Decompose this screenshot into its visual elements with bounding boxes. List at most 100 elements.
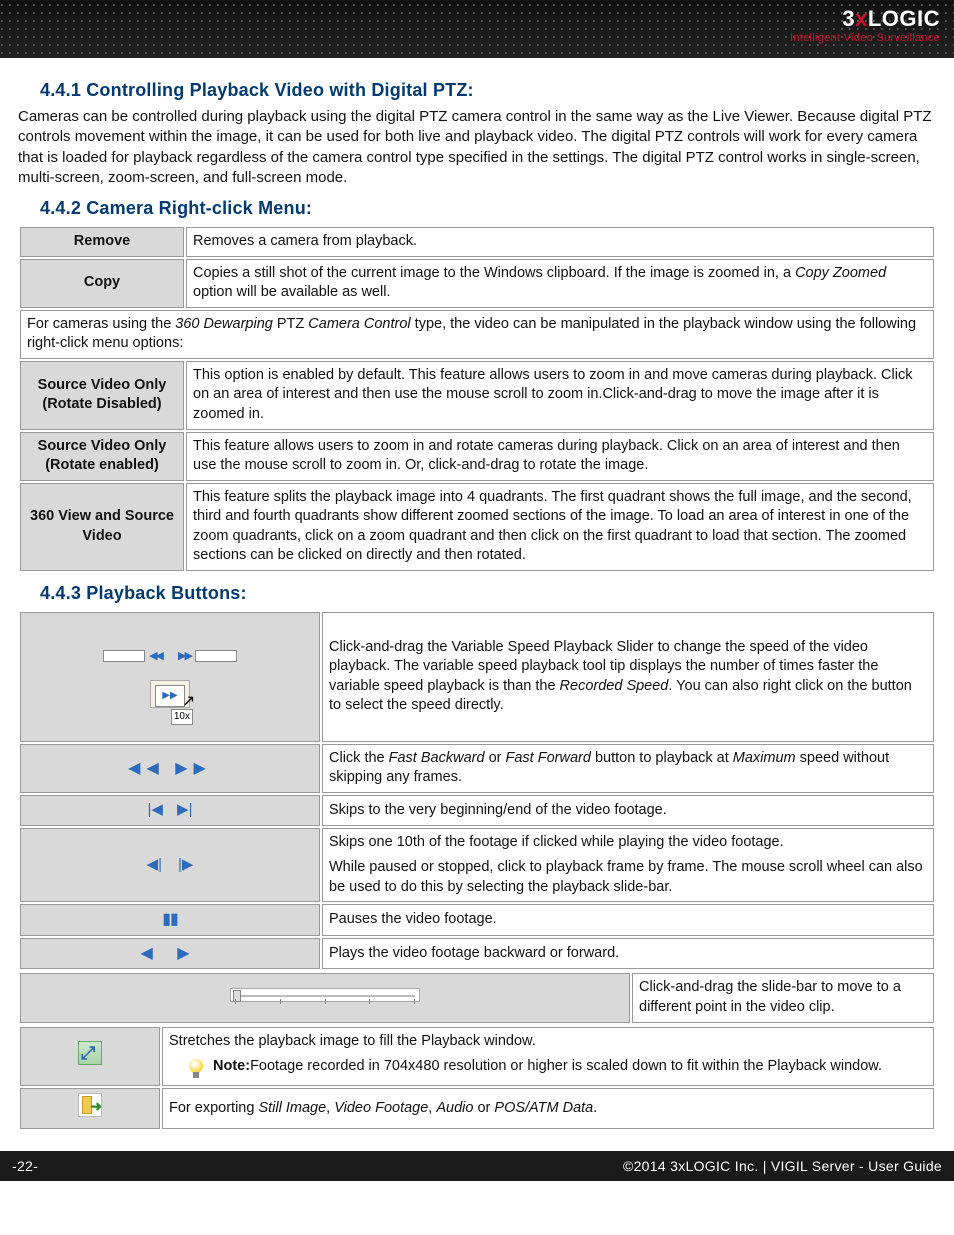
table-row: Source Video Only (Rotate Disabled) This… — [20, 361, 934, 430]
footer-copyright: ©2014 3xLOGIC Inc. | VIGIL Server - User… — [623, 1158, 942, 1174]
table-row: For exporting Still Image, Video Footage… — [20, 1088, 934, 1129]
rc-desc-remove: Removes a camera from playback. — [186, 227, 934, 257]
text-em: 360 Dewarping — [175, 316, 273, 332]
speed-tooltip: 10x — [171, 709, 193, 725]
text-em: Maximum — [733, 750, 796, 766]
text: For exporting — [169, 1100, 258, 1116]
note-label: Note: — [213, 1058, 250, 1074]
rc-desc-svo-enabled: This feature allows users to zoom in and… — [186, 432, 934, 481]
table-row: ◀ ▶ Plays the video footage backward or … — [20, 938, 934, 970]
rc-label-svo-enabled: Source Video Only (Rotate enabled) — [20, 432, 184, 481]
step-forward-icon: |▶ — [178, 856, 193, 873]
text: Stretches the playback image to fill the… — [169, 1032, 927, 1052]
page-number: -22- — [12, 1158, 38, 1174]
heading-442: 4.4.2 Camera Right-click Menu: — [40, 198, 936, 219]
cell-skip-ends-desc: Skips to the very beginning/end of the v… — [322, 795, 934, 826]
cell-slidebar-icon — [20, 973, 630, 1022]
table-row: ▶▶ ↖ 10x Click-and-drag the Variable Spe… — [20, 612, 934, 742]
text: Click the — [329, 750, 389, 766]
text: While paused or stopped, click to playba… — [329, 858, 927, 897]
text-em: POS/ATM Data — [494, 1100, 593, 1116]
text: or — [473, 1100, 494, 1116]
brand-post: LOGIC — [868, 6, 940, 31]
text: button to playback at — [591, 750, 733, 766]
speed-button-inner: ▶▶ — [155, 685, 185, 707]
note-text: Note:Footage recorded in 704x480 resolut… — [213, 1057, 882, 1077]
table-row: Copy Copies a still shot of the current … — [20, 259, 934, 308]
rc-label-360: 360 View and Source Video — [20, 483, 184, 571]
table-row: 360 View and Source Video This feature s… — [20, 483, 934, 571]
cell-play-desc: Plays the video footage backward or forw… — [322, 938, 934, 970]
table-stretch-export: Stretches the playback image to fill the… — [18, 1025, 936, 1131]
cell-skip-ends-icon: |◀ ▶| — [20, 795, 320, 826]
lightbulb-icon — [187, 1057, 205, 1081]
cell-pause-icon: ▮▮ — [20, 904, 320, 936]
page-content: 4.4.1 Controlling Playback Video with Di… — [0, 58, 954, 1151]
brand-pre: 3 — [842, 6, 855, 31]
table-slidebar: Click-and-drag the slide-bar to move to … — [18, 971, 936, 1024]
rc-label-copy: Copy — [20, 259, 184, 308]
fast-forward-icon — [178, 646, 191, 666]
cell-export-icon — [20, 1088, 160, 1129]
play-backward-forward-icon: ◀ ▶ — [140, 943, 199, 965]
page-header: 3xLOGIC Intelligent Video Surveillance — [0, 0, 954, 58]
text: option will be available as well. — [193, 284, 390, 300]
rc-label-remove: Remove — [20, 227, 184, 257]
speed-slider-row — [103, 646, 237, 666]
table-rightclick: Remove Removes a camera from playback. C… — [18, 225, 936, 573]
cell-fast-icon: ◀◀ ▶▶ — [20, 744, 320, 793]
speed-button-icon: ▶▶ ↖ 10x — [150, 680, 190, 708]
table-row: Click-and-drag the slide-bar to move to … — [20, 973, 934, 1022]
cell-pause-desc: Pauses the video footage. — [322, 904, 934, 936]
text: Footage recorded in 704x480 resolution o… — [250, 1058, 882, 1074]
fast-backward-forward-icon: ◀◀ ▶▶ — [128, 758, 212, 780]
text: Copies a still shot of the current image… — [193, 265, 795, 281]
cell-stretch-icon — [20, 1027, 160, 1087]
table-row: ◀◀ ▶▶ Click the Fast Backward or Fast Fo… — [20, 744, 934, 793]
cell-play-icon: ◀ ▶ — [20, 938, 320, 970]
cell-variable-speed-desc: Click-and-drag the Variable Speed Playba… — [322, 612, 934, 742]
slider-track-left — [103, 650, 145, 662]
rc-dewarp-note: For cameras using the 360 Dewarping PTZ … — [20, 310, 934, 359]
brand-logo: 3xLOGIC Intelligent Video Surveillance — [790, 6, 940, 44]
pause-icon: ▮▮ — [162, 909, 178, 931]
text-em: Fast Forward — [506, 750, 591, 766]
text-em: Copy Zoomed — [795, 265, 886, 281]
text: PTZ — [273, 316, 308, 332]
stretch-icon — [78, 1041, 102, 1065]
cell-fast-desc: Click the Fast Backward or Fast Forward … — [322, 744, 934, 793]
text: For cameras using the — [27, 316, 175, 332]
step-backward-icon: ◀| — [147, 856, 162, 873]
cell-stretch-desc: Stretches the playback image to fill the… — [162, 1027, 934, 1087]
fast-backward-icon — [149, 646, 162, 666]
table-row: Source Video Only (Rotate enabled) This … — [20, 432, 934, 481]
brand-name: 3xLOGIC — [790, 6, 940, 32]
text-em: Recorded Speed — [560, 678, 669, 694]
table-playback-buttons: ▶▶ ↖ 10x Click-and-drag the Variable Spe… — [18, 610, 936, 972]
brand-tagline: Intelligent Video Surveillance — [790, 32, 940, 44]
text-em: Fast Backward — [389, 750, 485, 766]
heading-443: 4.4.3 Playback Buttons: — [40, 583, 936, 604]
table-row: |◀ ▶| Skips to the very beginning/end of… — [20, 795, 934, 826]
slide-bar-icon — [230, 988, 420, 1002]
skip-to-end-icon: ▶| — [177, 801, 192, 818]
rc-desc-copy: Copies a still shot of the current image… — [186, 259, 934, 308]
skip-to-start-icon: |◀ — [148, 801, 163, 818]
text: . — [593, 1100, 597, 1116]
text-em: Audio — [436, 1100, 473, 1116]
brand-x: x — [855, 6, 868, 31]
text-em: Still Image — [258, 1100, 326, 1116]
export-icon — [78, 1093, 102, 1117]
text-em: Video Footage — [334, 1100, 428, 1116]
text: Skips one 10th of the footage if clicked… — [329, 833, 927, 853]
cell-step-desc: Skips one 10th of the footage if clicked… — [322, 828, 934, 903]
cell-slidebar-desc: Click-and-drag the slide-bar to move to … — [632, 973, 934, 1022]
cell-step-icon: ◀| |▶ — [20, 828, 320, 903]
text-em: Camera Control — [308, 316, 410, 332]
body-441: Cameras can be controlled during playbac… — [18, 107, 936, 188]
table-row: ▮▮ Pauses the video footage. — [20, 904, 934, 936]
note-row: Note:Footage recorded in 704x480 resolut… — [187, 1057, 927, 1081]
table-row: Stretches the playback image to fill the… — [20, 1027, 934, 1087]
text: or — [485, 750, 506, 766]
page-footer: -22- ©2014 3xLOGIC Inc. | VIGIL Server -… — [0, 1151, 954, 1181]
